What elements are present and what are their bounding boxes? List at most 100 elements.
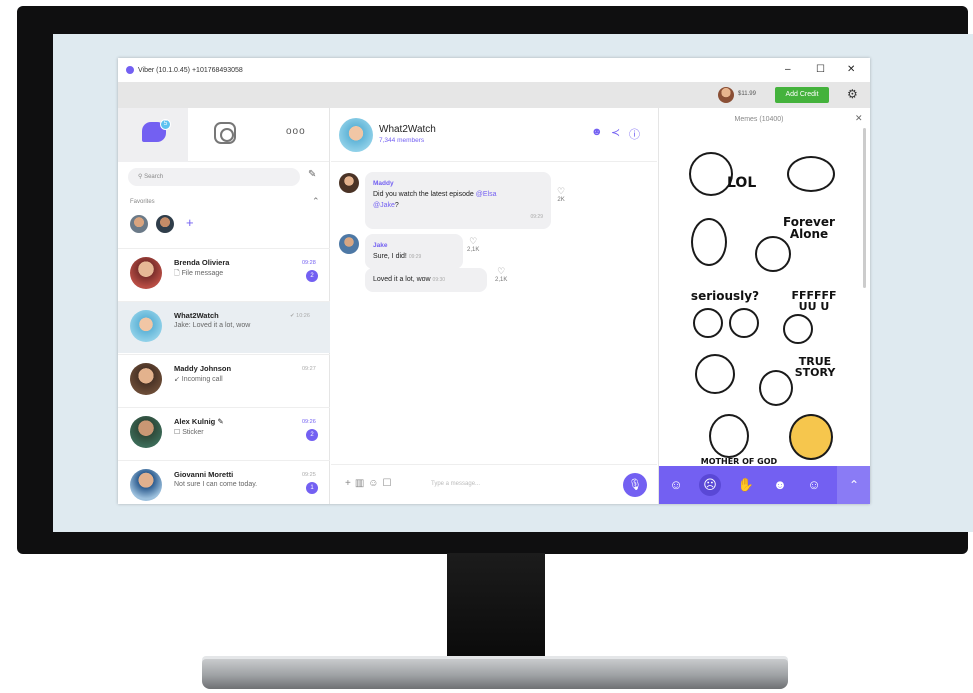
share-icon[interactable]: ≺: [611, 126, 620, 139]
group-avatar[interactable]: [339, 118, 373, 152]
chart-icon[interactable]: ▥: [355, 478, 368, 489]
meme-sticker-mother-of-god[interactable]: [709, 414, 749, 458]
like-count: 2,1K: [495, 277, 508, 283]
animal-category-icon[interactable]: ☻: [769, 474, 791, 496]
sender-avatar[interactable]: [339, 234, 359, 254]
viber-logo-icon: [126, 66, 134, 74]
chat-name: Giovanni Moretti: [174, 470, 234, 479]
message-text: ?: [394, 202, 399, 209]
tab-chats[interactable]: 5: [118, 108, 188, 162]
emoji-smile-icon[interactable]: ☺: [665, 474, 687, 496]
like-button[interactable]: ♡ 2K: [557, 186, 565, 203]
meme-sticker-girl-face[interactable]: [789, 414, 833, 460]
message-bubble[interactable]: Loved it a lot, wow 09:30: [365, 268, 487, 292]
message-bubble[interactable]: Jake Sure, I did! 09:29: [365, 234, 463, 269]
message-time: 09:29: [530, 214, 543, 220]
meme-category-icon[interactable]: ☹: [699, 474, 721, 496]
sticker-true-story-text: TRUE STORY: [794, 355, 836, 379]
gif-icon[interactable]: ☺: [368, 478, 382, 489]
plus-icon[interactable]: +: [345, 478, 355, 489]
meme-sticker-face[interactable]: [695, 354, 735, 394]
settings-gear-icon[interactable]: ⚙: [847, 87, 858, 101]
chat-list-item[interactable]: Brenda Oliviera 🗋 File message 09:28 2: [118, 248, 330, 300]
message-time: 09:29: [408, 254, 422, 260]
maximize-button[interactable]: ☐: [816, 64, 825, 75]
hand-category-icon[interactable]: ✋: [735, 474, 757, 496]
sticker-lol-text: LOL: [727, 175, 757, 191]
favorites-label: Favorites: [130, 199, 155, 205]
unread-badge: 1: [306, 482, 318, 494]
sticker-scrollbar[interactable]: [863, 128, 866, 288]
chevron-up-icon[interactable]: ⌃: [312, 196, 320, 207]
sticker-pack-title: Memes (10400): [734, 116, 784, 123]
member-count[interactable]: 7,344 members: [379, 137, 424, 144]
group-avatar: [130, 310, 162, 342]
chat-time: 09:27: [302, 366, 316, 372]
close-button[interactable]: ✕: [847, 64, 855, 75]
meme-sticker-face[interactable]: [729, 308, 759, 338]
chat-time: 09:26: [302, 419, 316, 425]
bot-icon[interactable]: ☻: [591, 126, 603, 138]
message-text: Loved it a lot, wow: [373, 276, 431, 283]
chat-preview: ☐ Sticker: [174, 429, 204, 436]
title-bar: Viber (10.1.0.45) +101768493058: [118, 58, 870, 82]
chat-preview: ↙ Incoming call: [174, 376, 223, 383]
window-title: Viber (10.1.0.45) +101768493058: [138, 66, 243, 74]
message-sender: Jake: [373, 242, 388, 249]
sticker-ffffff-text: FFFFFF UU U: [791, 289, 837, 313]
contact-avatar: [130, 363, 162, 395]
chat-name: What2Watch: [174, 311, 219, 320]
info-icon[interactable]: ⓘ: [629, 126, 640, 142]
chat-list-item[interactable]: What2Watch Jake: Loved it a lot, wow ✔ 1…: [118, 301, 330, 353]
meme-sticker-trollface[interactable]: [787, 156, 835, 192]
monitor-illustration: Viber (10.1.0.45) +101768493058 – ☐ ✕ $1…: [0, 0, 973, 693]
message-text: Did you watch the latest episode: [373, 191, 476, 198]
search-input[interactable]: ⚲ Search: [128, 168, 300, 186]
message-composer: +▥☺☐ Type a message... 🎙: [331, 464, 657, 504]
chat-time: 09:28: [302, 260, 316, 266]
meme-sticker-true-story[interactable]: [759, 370, 793, 406]
meme-sticker-face[interactable]: [691, 218, 727, 266]
unread-badge: 2: [306, 270, 318, 282]
tab-explore-icon[interactable]: [214, 122, 236, 144]
credit-balance: $11.99: [738, 91, 756, 97]
close-icon[interactable]: ✕: [855, 113, 863, 124]
conversation-panel: What2Watch 7,344 members ☻ ≺ ⓘ Maddy Did…: [331, 108, 657, 504]
chat-list-item[interactable]: Giovanni Moretti Not sure I can come tod…: [118, 460, 330, 504]
meme-sticker-face[interactable]: [693, 308, 723, 338]
chat-name: Brenda Oliviera: [174, 258, 230, 267]
message-bubble[interactable]: Maddy Did you watch the latest episode @…: [365, 172, 551, 229]
composer-tools[interactable]: +▥☺☐: [345, 478, 395, 489]
chat-list-item[interactable]: Maddy Johnson ↙ Incoming call 09:27: [118, 354, 330, 406]
compose-icon[interactable]: ✎: [308, 169, 316, 180]
chevron-up-icon[interactable]: ⌃: [837, 466, 870, 504]
chat-name: Alex Kulnig ✎: [174, 417, 224, 426]
sticker-mother-of-god-text: MOTHER OF GOD: [700, 457, 778, 466]
user-avatar[interactable]: [718, 87, 734, 103]
microphone-button[interactable]: 🎙: [623, 473, 647, 497]
mention-link[interactable]: @Jake: [373, 202, 395, 209]
meme-sticker-rage-face[interactable]: [783, 314, 813, 344]
left-tabs: 5 ooo: [118, 108, 329, 162]
sticker-icon[interactable]: ☐: [383, 478, 396, 489]
minimize-button[interactable]: –: [785, 64, 791, 75]
favorite-avatar[interactable]: [156, 215, 174, 233]
add-favorite-button[interactable]: +: [186, 215, 194, 230]
meme-sticker-forever-alone[interactable]: [755, 236, 791, 272]
sender-avatar[interactable]: [339, 173, 359, 193]
favorite-avatar[interactable]: [130, 215, 148, 233]
tab-more-icon[interactable]: ooo: [286, 126, 306, 137]
search-placeholder: Search: [144, 174, 164, 180]
like-button[interactable]: ♡ 2,1K: [467, 236, 479, 253]
conversation-title: What2Watch: [379, 124, 436, 135]
contact-avatar: [130, 469, 162, 501]
add-credit-button[interactable]: Add Credit: [775, 87, 829, 103]
sticker-forever-alone-text: Forever Alone: [783, 215, 835, 241]
chat-list-item[interactable]: Alex Kulnig ✎ ☐ Sticker 09:26 2: [118, 407, 330, 459]
mention-link[interactable]: @Elsa: [476, 191, 497, 198]
chat-list-panel: 5 ooo ⚲ Search ✎ Favorites ⌃ + Brenda Ol…: [118, 108, 330, 504]
like-button[interactable]: ♡ 2,1K: [495, 266, 507, 283]
message-input[interactable]: Type a message...: [431, 481, 480, 487]
face-category-icon[interactable]: ☺: [803, 474, 825, 496]
message-time: 09:30: [432, 277, 446, 283]
